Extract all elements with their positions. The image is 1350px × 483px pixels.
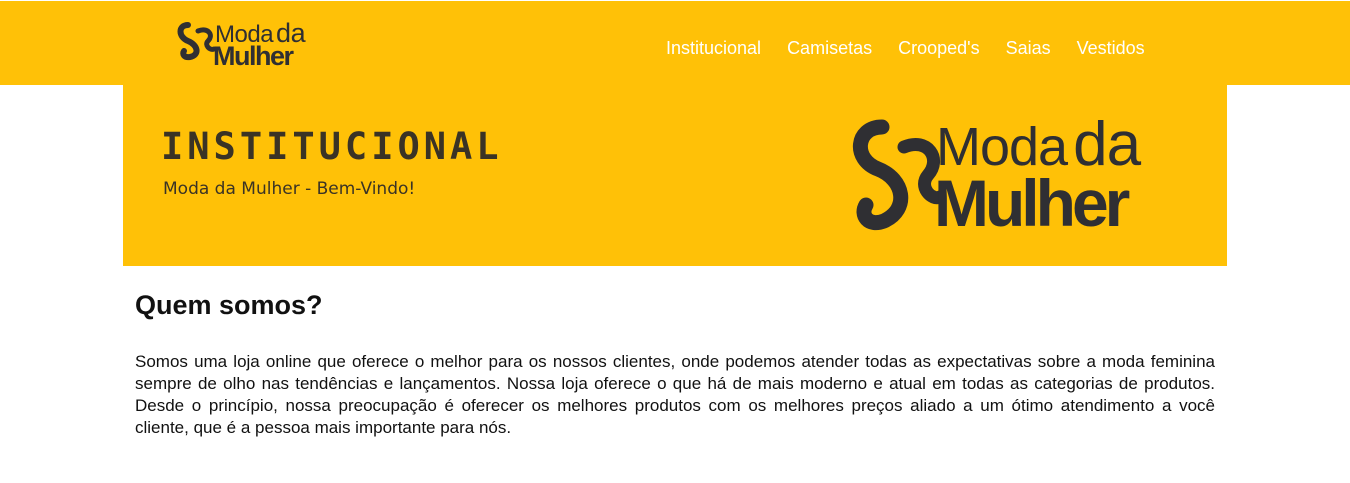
banner-logo-line2: Mulher [934,166,1130,240]
section-heading: Quem somos? [135,290,323,320]
banner-logo-swirl-icon [853,119,944,230]
nav-item-saias[interactable]: Saias [1006,38,1051,59]
main-nav: Institucional Camisetas Crooped's Saias … [666,38,1145,59]
nav-item-institucional[interactable]: Institucional [666,38,761,59]
about-section: Quem somos? Somos uma loja online que of… [135,290,1215,439]
banner-subtitle: Moda da Mulher - Bem-Vindo! [163,179,416,199]
nav-item-camisetas[interactable]: Camisetas [787,38,872,59]
banner-title: INSTITUCIONAL [161,125,503,168]
site-header: Moda da Mulher Institucional Camisetas Cr… [0,0,1350,85]
nav-item-vestidos[interactable]: Vestidos [1077,38,1145,59]
logo-swirl-icon [177,22,216,61]
about-paragraph: Somos uma loja online que oferece o melh… [135,352,1215,437]
site-logo-link[interactable]: Moda da Mulher [176,18,321,71]
banner-logo: Modada Mulher [848,109,1198,240]
hero-banner: INSTITUCIONAL Moda da Mulher - Bem-Vindo… [123,85,1227,266]
nav-item-crooped[interactable]: Crooped's [898,38,979,59]
logo-text-line2: Mulher [213,41,294,71]
